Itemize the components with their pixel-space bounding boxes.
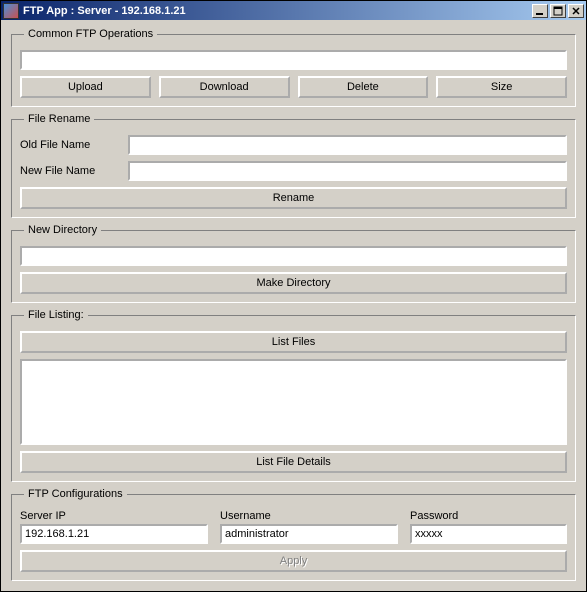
delete-button[interactable]: Delete bbox=[298, 76, 429, 98]
apply-button[interactable]: Apply bbox=[20, 550, 567, 572]
close-icon bbox=[571, 6, 581, 16]
download-button[interactable]: Download bbox=[159, 76, 290, 98]
old-file-name-input[interactable] bbox=[128, 135, 567, 155]
username-input[interactable] bbox=[220, 524, 398, 544]
common-ops-legend: Common FTP Operations bbox=[24, 28, 157, 40]
close-button[interactable] bbox=[568, 4, 584, 18]
new-directory-group: New Directory Make Directory bbox=[11, 224, 576, 303]
new-file-name-input[interactable] bbox=[128, 161, 567, 181]
server-ip-label: Server IP bbox=[20, 510, 208, 522]
username-label: Username bbox=[220, 510, 398, 522]
common-ops-input[interactable] bbox=[20, 50, 567, 70]
new-directory-legend: New Directory bbox=[24, 224, 101, 236]
upload-button[interactable]: Upload bbox=[20, 76, 151, 98]
list-file-details-button[interactable]: List File Details bbox=[20, 451, 567, 473]
maximize-icon bbox=[553, 6, 563, 16]
file-rename-legend: File Rename bbox=[24, 113, 94, 125]
common-ops-group: Common FTP Operations Upload Download De… bbox=[11, 28, 576, 107]
minimize-button[interactable] bbox=[532, 4, 548, 18]
minimize-icon bbox=[535, 6, 545, 16]
old-file-name-label: Old File Name bbox=[20, 139, 120, 151]
password-input[interactable] bbox=[410, 524, 567, 544]
new-directory-input[interactable] bbox=[20, 246, 567, 266]
file-listing-group: File Listing: List Files List File Detai… bbox=[11, 309, 576, 482]
new-file-name-label: New File Name bbox=[20, 165, 120, 177]
common-ops-buttons: Upload Download Delete Size bbox=[20, 76, 567, 98]
window-controls bbox=[532, 4, 584, 18]
password-label: Password bbox=[410, 510, 567, 522]
app-window: FTP App : Server - 192.168.1.21 Common F… bbox=[0, 0, 587, 592]
window-title: FTP App : Server - 192.168.1.21 bbox=[23, 5, 532, 17]
file-listbox[interactable] bbox=[20, 359, 567, 445]
make-directory-button[interactable]: Make Directory bbox=[20, 272, 567, 294]
ftp-config-legend: FTP Configurations bbox=[24, 488, 127, 500]
list-files-button[interactable]: List Files bbox=[20, 331, 567, 353]
client-area: Common FTP Operations Upload Download De… bbox=[1, 20, 586, 591]
size-button[interactable]: Size bbox=[436, 76, 567, 98]
rename-button[interactable]: Rename bbox=[20, 187, 567, 209]
file-rename-group: File Rename Old File Name New File Name … bbox=[11, 113, 576, 218]
server-ip-input[interactable] bbox=[20, 524, 208, 544]
file-listing-legend: File Listing: bbox=[24, 309, 88, 321]
maximize-button[interactable] bbox=[550, 4, 566, 18]
titlebar: FTP App : Server - 192.168.1.21 bbox=[1, 1, 586, 20]
ftp-config-group: FTP Configurations Server IP Username Pa… bbox=[11, 488, 576, 581]
app-icon bbox=[3, 3, 19, 19]
